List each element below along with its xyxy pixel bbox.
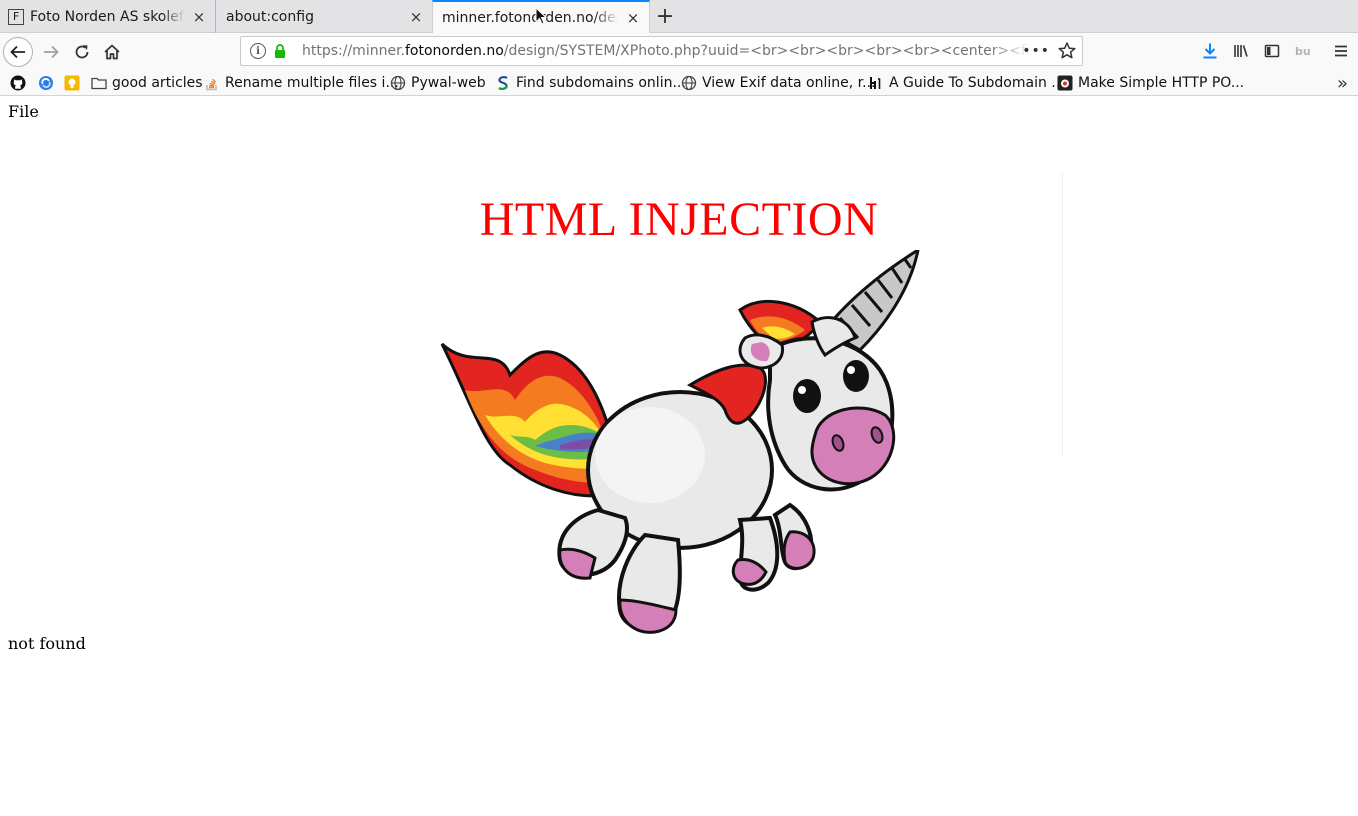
s-logo-icon [495,75,511,91]
bookmark-github[interactable] [10,73,31,93]
file-label: File [8,102,39,121]
download-arrow-icon [1203,43,1217,59]
url-domain: fotonorden.no [405,43,504,59]
back-button[interactable] [3,37,33,67]
bookmark-pywal-web[interactable]: Pywal-web [390,73,486,93]
home-icon [104,44,120,60]
url-prefix: https://minner. [302,43,405,59]
secure-lock-icon[interactable] [274,44,286,58]
bookmark-rename-multiple-files[interactable]: Rename multiple files i... [204,73,399,93]
injected-heading: HTML INJECTION [479,193,879,246]
forward-arrow-icon [44,45,59,59]
bookmark-label: Pywal-web [411,75,486,91]
bookmark-star-icon[interactable] [1057,41,1077,61]
mouse-cursor-icon [535,7,547,25]
camera-icon [1057,75,1073,91]
hamburger-menu-icon [1335,45,1347,57]
extension-bu-icon: bu [1295,45,1311,58]
bookmark-make-simple-http-post[interactable]: Make Simple HTTP PO... [1057,73,1244,93]
bookmark-folder-good-articles[interactable]: good articles [91,73,203,93]
lightbulb-icon [64,75,80,91]
bookmark-view-exif-data[interactable]: View Exif data online, r... [681,73,875,93]
github-icon [10,75,26,91]
back-arrow-icon [10,45,25,59]
bookmark-label: good articles [112,75,203,91]
close-icon[interactable]: × [408,8,424,26]
sidebar-button[interactable] [1261,40,1283,62]
url-text[interactable]: https://minner.fotonorden.no/design/SYST… [302,43,1032,59]
page-content: File HTML INJECTION not found [0,96,1358,816]
bookmark-guide-to-subdomain[interactable]: A Guide To Subdomain ... [868,73,1065,93]
bookmarks-toolbar: good articles Rename multiple files i...… [0,70,1358,96]
more-bookmarks-chevron-icon[interactable]: » [1337,73,1348,94]
site-info-icon[interactable]: i [250,43,266,59]
not-found-text: not found [8,634,86,653]
forward-button[interactable] [36,37,66,67]
tab-foto-norden[interactable]: F Foto Norden AS skolefoto × [0,0,216,33]
foto-norden-favicon-icon: F [8,8,24,25]
reload-button[interactable] [67,37,97,67]
stackoverflow-icon [204,75,220,91]
bookmark-label: Find subdomains onlin... [516,75,686,91]
tab-title: minner.fotonorden.no/design [442,10,619,26]
extension-button[interactable]: bu [1292,40,1314,62]
menu-button[interactable] [1330,40,1352,62]
navigation-toolbar: i https://minner.fotonorden.no/design/SY… [0,33,1358,70]
new-tab-button[interactable]: + [652,4,678,29]
tab-title: Foto Norden AS skolefoto [30,8,185,25]
url-bar[interactable]: i https://minner.fotonorden.no/design/SY… [240,36,1083,66]
bookmark-find-subdomains[interactable]: Find subdomains onlin... [495,73,686,93]
folder-icon [91,75,107,91]
close-icon[interactable]: × [625,9,641,27]
bookmark-label: Rename multiple files i... [225,75,399,91]
globe-icon [681,75,697,91]
sync-icon [38,75,54,91]
bookmark-sync[interactable] [38,73,59,93]
downloads-button[interactable] [1199,40,1221,62]
svg-text:bu: bu [1295,45,1311,58]
bookmark-label: View Exif data online, r... [702,75,876,91]
unicorn-image [440,250,920,634]
url-suffix: /design/SYSTEM/XPhoto.php?uuid=<br><br><… [503,43,1032,59]
bookmark-label: A Guide To Subdomain ... [889,75,1065,91]
close-icon[interactable]: × [191,8,207,26]
tab-strip: F Foto Norden AS skolefoto × about:confi… [0,0,1358,34]
library-icon [1234,45,1248,57]
reload-icon [75,45,89,59]
library-button[interactable] [1230,40,1252,62]
tab-title: about:config [226,8,314,25]
page-actions-button[interactable]: ••• [1022,43,1050,59]
home-button[interactable] [97,37,127,67]
sidebar-icon [1264,44,1280,58]
tab-about-config[interactable]: about:config × [216,0,432,33]
h1-icon [868,75,884,91]
globe-icon [390,75,406,91]
bookmark-label: Make Simple HTTP PO... [1078,75,1245,91]
bookmark-lightbulb[interactable] [64,73,85,93]
